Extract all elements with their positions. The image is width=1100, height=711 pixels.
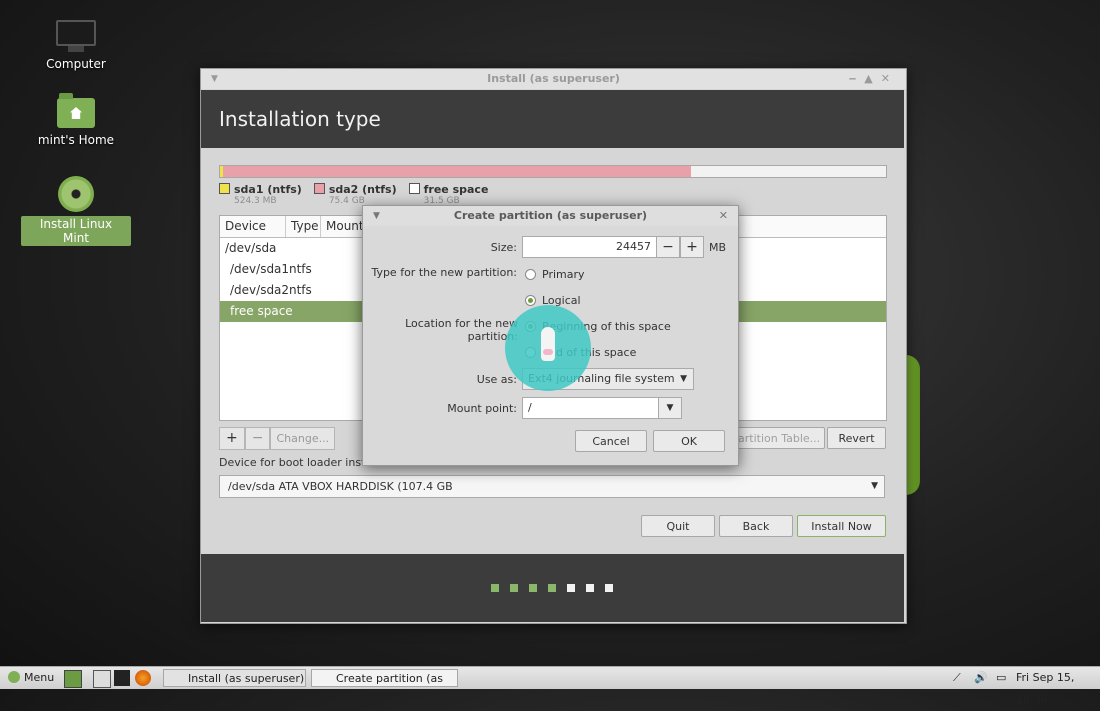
battery-icon[interactable]: ▭ [996,667,1006,689]
change-partition-button[interactable]: Change... [270,427,336,450]
progress-dots [491,584,613,592]
desktop-icon-computer[interactable]: Computer [21,20,131,72]
legend-item: free space 31.5 GB [408,183,488,206]
dropdown-arrow-icon[interactable]: ▼ [658,397,682,419]
page-title: Installation type [219,107,381,131]
close-icon[interactable]: ✕ [719,206,728,226]
disk-segment-free [690,166,886,177]
terminal-icon[interactable] [114,670,130,686]
cancel-button[interactable]: Cancel [575,430,647,452]
decrease-size-button[interactable]: − [656,236,680,258]
swatch-icon [313,183,325,194]
desktop-icon-label: Computer [46,57,106,71]
swatch-icon [408,183,420,194]
progress-dot-done [491,584,499,592]
progress-dot-pending [586,584,594,592]
dropdown-arrow-icon: ▼ [680,374,687,384]
progress-footer [201,554,904,622]
progress-dot-done [548,584,556,592]
radio-primary[interactable]: Primary [525,268,585,281]
quit-button[interactable]: Quit [641,515,715,537]
size-unit: MB [709,241,727,254]
new-partition-table-button[interactable]: Partition Table... [727,427,825,449]
back-button[interactable]: Back [719,515,793,537]
ok-button[interactable]: OK [653,430,725,452]
progress-dot-pending [605,584,613,592]
radio-checked-icon [525,321,536,332]
window-title: Install (as superuser) [487,72,620,85]
boot-loader-select[interactable]: /dev/sda ATA VBOX HARDDISK (107.4 GB ▼ [219,475,885,498]
desktop-icon-label: mint's Home [37,133,115,147]
location-label: Location for the new partition: [405,317,518,343]
home-folder-icon [57,93,95,128]
size-value[interactable]: 24457 [616,240,651,253]
add-partition-button[interactable]: + [219,427,245,450]
radio-icon [525,347,536,358]
mint-logo-icon [8,671,20,683]
window-menu-icon[interactable]: ▼ [373,206,380,226]
use-as-label: Use as: [476,373,517,386]
dialog-titlebar[interactable]: ▼ Create partition (as superuser) ✕ [363,206,738,226]
window-menu-icon[interactable]: ▼ [211,69,218,89]
radio-icon [525,269,536,280]
page-header: Installation type [201,90,904,148]
progress-dot-pending [567,584,575,592]
disk-usage-bar [219,165,887,178]
use-as-select[interactable]: Ext4 journaling file system ▼ [522,368,694,390]
desktop-icon-label: Install Linux Mint [21,216,131,246]
window-titlebar[interactable]: ▼ Install (as superuser) ‒▲✕ [201,69,906,89]
type-label: Type for the new partition: [371,266,517,279]
progress-dot-done [510,584,518,592]
boot-loader-label: Device for boot loader installa [219,456,385,469]
swatch-icon [219,183,230,194]
radio-logical[interactable]: Logical [525,294,581,307]
volume-icon[interactable]: 🔊 [974,667,988,689]
taskbar: Menu Install (as superuser) Create parti… [0,666,1100,706]
desktop-icon-home[interactable]: mint's Home [21,93,131,148]
legend-item: sda1 (ntfs) 524.3 MB [219,183,302,206]
mount-point-label: Mount point: [447,402,517,415]
partition-tools: + − Change... [219,427,336,450]
menu-button[interactable]: Menu [8,667,54,689]
column-header[interactable]: Type [286,216,321,237]
firefox-icon[interactable] [135,670,151,686]
radio-beginning[interactable]: Beginning of this space [525,320,671,333]
revert-button[interactable]: Revert [827,427,886,449]
size-label: Size: [490,241,517,254]
column-header[interactable]: Device [220,216,286,237]
remove-partition-button[interactable]: − [244,427,271,450]
progress-dot-done [529,584,537,592]
clock[interactable]: Fri Sep 15, 19:36 [1016,667,1100,706]
disc-icon [58,176,94,212]
install-now-button[interactable]: Install Now [797,515,886,537]
create-partition-dialog: ▼ Create partition (as superuser) ✕ Size… [362,205,739,466]
network-icon[interactable]: ⟋ [953,667,961,689]
window-controls-icon[interactable]: ‒▲✕ [849,69,898,89]
radio-checked-icon [525,295,536,306]
dropdown-arrow-icon: ▼ [871,481,878,491]
size-stepper[interactable]: 24457 − + [522,236,704,258]
taskbar-window-installer[interactable]: Install (as superuser) [163,669,306,687]
radio-end[interactable]: End of this space [525,346,636,359]
file-manager-icon[interactable] [93,670,111,688]
disk-legend: sda1 (ntfs) 524.3 MB sda2 (ntfs) 75.4 GB f… [219,183,488,206]
legend-item: sda2 (ntfs) 75.4 GB [313,183,397,206]
taskbar-window-create-partition[interactable]: Create partition (as su... [311,669,458,703]
disk-segment-sda2 [223,166,691,177]
mount-point-input[interactable]: / ▼ [522,397,682,419]
increase-size-button[interactable]: + [680,236,704,258]
desktop-icon-install[interactable]: Install Linux Mint [21,176,131,246]
dialog-title: Create partition (as superuser) [453,209,648,222]
show-desktop-icon[interactable] [64,670,82,688]
computer-icon [56,20,96,52]
